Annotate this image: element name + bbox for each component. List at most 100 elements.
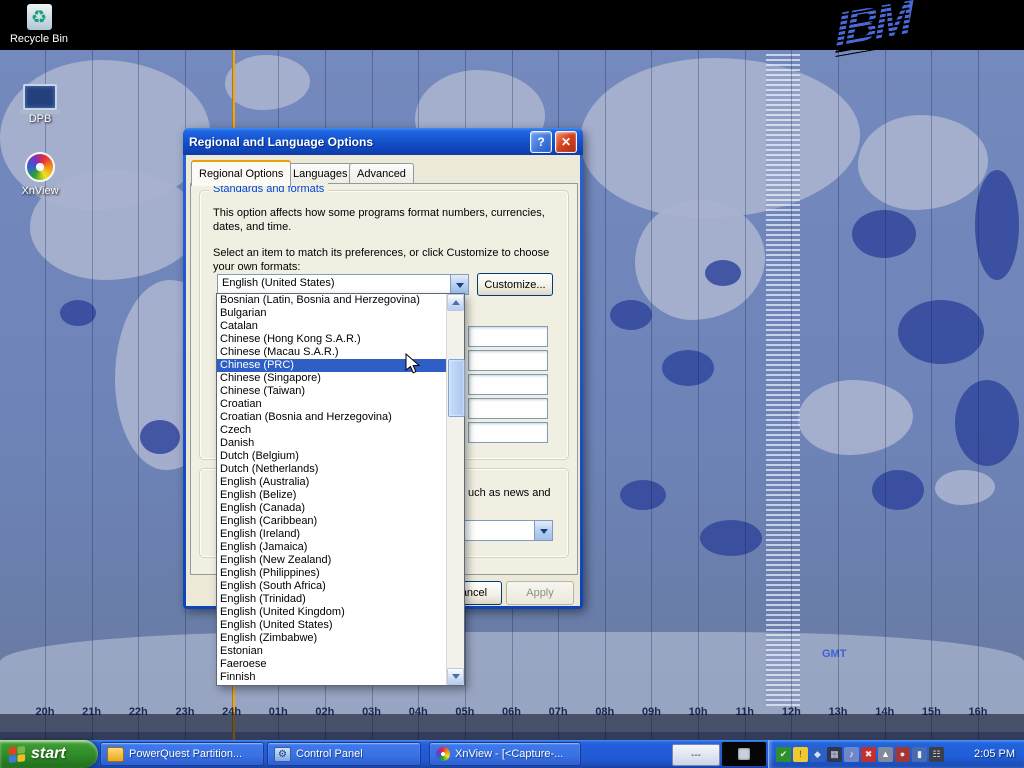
start-button[interactable]: start [0,740,98,768]
desktop-icon-recycle-bin[interactable]: Recycle Bin [3,4,75,45]
scroll-down-arrow-icon[interactable] [447,668,464,685]
apply-button[interactable]: Apply [506,581,574,605]
map-dark-region [975,170,1019,280]
map-landmass [225,55,310,110]
list-item[interactable]: English (Philippines) [217,567,447,580]
desktop-icon-xnview[interactable]: XnView [4,152,76,197]
mouse-cursor [405,353,425,380]
language-listbox[interactable]: Bosnian (Latin, Bosnia and Herzegovina)B… [216,293,465,686]
desktop-icon-label: DPB [4,113,76,125]
wallpaper-top-letterbox: IBM [0,0,1024,50]
help-button[interactable]: ? [530,131,552,153]
tray-icon-2[interactable]: ! [793,747,808,762]
desktop-icon-dpb[interactable]: DPB [4,84,76,125]
tab-languages[interactable]: Languages [285,163,355,184]
chevron-down-icon[interactable] [450,275,468,294]
list-item[interactable]: English (New Zealand) [217,554,447,567]
chevron-down-icon[interactable] [534,521,552,540]
timezone-line [651,50,652,740]
system-tray: ✔!◆▦♪✖▲●▮☷ 2:05 PM [768,740,1024,768]
timezone-line [885,50,886,740]
list-item[interactable]: Finnish [217,671,447,684]
list-item[interactable]: Faeroese [217,658,447,671]
list-item[interactable]: English (Jamaica) [217,541,447,554]
customize-button[interactable]: Customize... [477,273,553,296]
timezone-line [931,50,932,740]
scrollbar-thumb[interactable] [448,359,465,417]
tab-regional-options[interactable]: Regional Options [191,160,291,186]
taskbar-clock[interactable]: 2:05 PM [974,748,1024,760]
list-item[interactable]: English (South Africa) [217,580,447,593]
list-item[interactable]: Catalan [217,320,447,333]
scroll-up-arrow-icon[interactable] [447,294,464,311]
list-item[interactable]: Estonian [217,645,447,658]
map-landmass [580,58,860,218]
location-text-fragment: uch as news and [468,486,563,500]
tab-advanced[interactable]: Advanced [349,163,414,184]
list-item[interactable]: Czech [217,424,447,437]
list-item[interactable]: Bulgarian [217,307,447,320]
tray-icon-7[interactable]: ▲ [878,747,893,762]
list-item[interactable]: Croatian (Bosnia and Herzegovina) [217,411,447,424]
map-landmass [858,115,988,210]
tray-icon-9[interactable]: ▮ [912,747,927,762]
timezone-line [745,50,746,740]
folder-icon [107,747,124,762]
tray-icon-1[interactable]: ✔ [776,747,791,762]
docked-app-icon [738,748,750,760]
list-item[interactable]: English (Caribbean) [217,515,447,528]
windows-logo-icon [8,745,26,763]
tray-icon-10[interactable]: ☷ [929,747,944,762]
standards-description: This option affects how some programs fo… [213,206,549,234]
laptop-icon [23,84,57,110]
timezone-line [138,50,139,740]
docked-toolbar[interactable] [722,742,766,766]
tray-icon-4[interactable]: ▦ [827,747,842,762]
timezone-line [838,50,839,740]
task-button[interactable]: XnView - [<Capture-... [429,742,581,766]
list-item[interactable]: English (Ireland) [217,528,447,541]
sample-long-date-field [468,422,548,443]
list-item[interactable]: English (Zimbabwe) [217,632,447,645]
list-item[interactable]: English (United States) [217,619,447,632]
list-item[interactable]: Danish [217,437,447,450]
control-panel-icon [274,747,291,762]
list-item[interactable]: Chinese (Taiwan) [217,385,447,398]
close-button[interactable]: ✕ [555,131,577,153]
dialog-titlebar[interactable]: Regional and Language Options ? ✕ [183,128,583,155]
map-landmass [935,470,995,505]
taskbar: start PowerQuest Partition... Control Pan… [0,740,1024,768]
sample-currency-field [468,350,548,371]
list-item[interactable]: Croatian [217,398,447,411]
date-line-hatch-band [766,54,800,706]
list-item[interactable]: English (Belize) [217,489,447,502]
scrollbar[interactable] [446,294,464,685]
map-dark-region [955,380,1019,466]
start-button-label: start [31,745,66,763]
list-item[interactable]: Bosnian (Latin, Bosnia and Herzegovina) [217,294,447,307]
list-item[interactable]: Dutch (Netherlands) [217,463,447,476]
task-button-label: XnView - [<Capture-... [455,748,563,760]
map-dark-region [700,520,762,556]
tray-icon-8[interactable]: ● [895,747,910,762]
sample-time-field [468,374,548,395]
list-item[interactable]: English (United Kingdom) [217,606,447,619]
timezone-line [791,50,792,740]
list-item[interactable]: English (Trinidad) [217,593,447,606]
tray-icon-5[interactable]: ♪ [844,747,859,762]
dialog-title: Regional and Language Options [189,135,527,149]
list-item[interactable]: English (Canada) [217,502,447,515]
locale-combobox[interactable]: English (United States) [217,274,469,295]
task-button[interactable]: Control Panel [267,742,421,766]
list-item[interactable]: Chinese (Hong Kong S.A.R.) [217,333,447,346]
list-item[interactable]: Dutch (Belgium) [217,450,447,463]
task-button-label: PowerQuest Partition... [129,748,242,760]
task-button[interactable]: PowerQuest Partition... [100,742,264,766]
list-item[interactable]: English (Australia) [217,476,447,489]
map-dark-region [872,470,924,510]
mini-task-button[interactable]: --- [672,744,720,766]
tray-icon-6[interactable]: ✖ [861,747,876,762]
recycle-bin-icon [27,4,52,30]
tray-icon-3[interactable]: ◆ [810,747,825,762]
task-button-label: Control Panel [296,748,363,760]
